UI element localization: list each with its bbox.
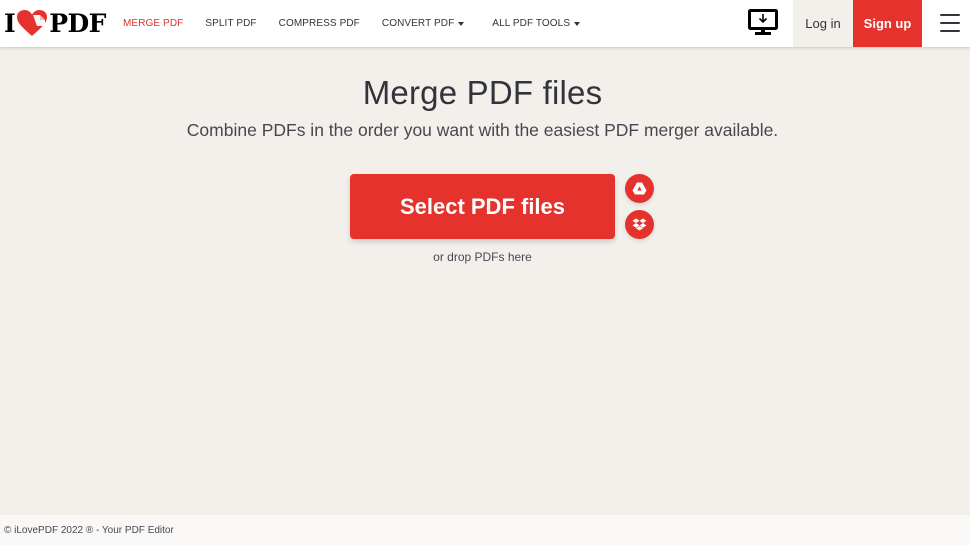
nav-convert-pdf[interactable]: CONVERT PDF	[382, 18, 465, 29]
ilovepdf-logo[interactable]: I PDF	[4, 8, 106, 38]
desktop-app-button[interactable]	[744, 6, 782, 40]
caret-down-icon	[458, 21, 465, 26]
nav-compress-pdf[interactable]: COMPRESS PDF	[279, 18, 360, 29]
hamburger-menu-icon[interactable]	[938, 12, 962, 34]
google-drive-icon	[632, 182, 647, 195]
nav-merge-pdf[interactable]: MERGE PDF	[123, 18, 183, 29]
select-pdf-files-button[interactable]: Select PDF files	[350, 174, 615, 239]
top-header: I PDF MERGE PDF SPLIT PDF COMPRESS PDF C…	[0, 0, 970, 47]
footer: © iLovePDF 2022 ® - Your PDF Editor	[0, 515, 970, 545]
logo-text-i: I	[4, 8, 16, 38]
heart-pdf-icon	[17, 10, 48, 36]
drop-hint: or drop PDFs here	[433, 250, 532, 264]
page-subtitle: Combine PDFs in the order you want with …	[186, 120, 779, 140]
page-title: Merge PDF files	[362, 74, 603, 111]
logo-text-pdf: PDF	[49, 8, 106, 38]
footer-copyright: © iLovePDF 2022 ® - Your PDF Editor	[4, 524, 174, 536]
caret-down-icon	[574, 21, 581, 26]
dropbox-icon	[632, 218, 647, 231]
google-drive-button[interactable]	[625, 174, 654, 203]
desktop-download-icon	[748, 9, 778, 35]
dropbox-button[interactable]	[625, 210, 654, 239]
nav-split-pdf[interactable]: SPLIT PDF	[205, 18, 256, 29]
nav-all-pdf-tools[interactable]: ALL PDF TOOLS	[492, 18, 581, 29]
signup-button[interactable]: Sign up	[853, 0, 922, 47]
main-nav: MERGE PDF SPLIT PDF COMPRESS PDF CONVERT…	[123, 0, 602, 47]
login-button[interactable]: Log in	[793, 0, 853, 47]
